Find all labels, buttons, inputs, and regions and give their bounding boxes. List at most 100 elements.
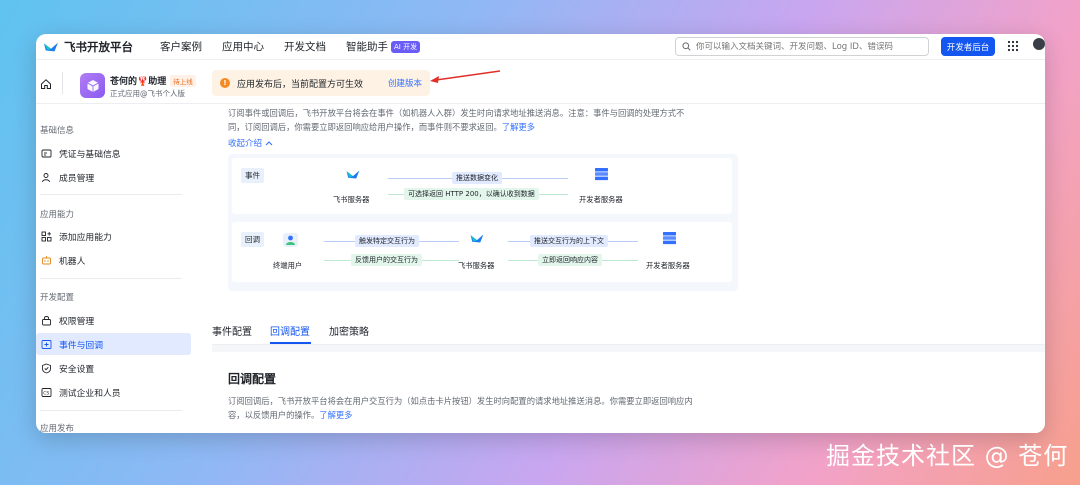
app-name[interactable]: 苍何的🦞助理 待上线 [110,74,196,87]
svg-text:CS: CS [43,390,49,396]
flow-diagram: 事件 飞书服务器 推送数据变化 可选择返回 HTTP 200，以确认收到数据 开… [228,154,738,291]
search-input[interactable] [696,41,916,52]
brand-name: 飞书开放平台 [64,39,133,54]
home-icon[interactable] [40,78,52,90]
add-grid-icon [41,231,52,242]
event-return-label: 可选择返回 HTTP 200，以确认收到数据 [404,188,539,200]
publish-notice: ! 应用发布后，当前配置方可生效 创建版本 [212,70,430,96]
sidebar-item-label: 事件与回调 [59,340,103,351]
cube-icon [86,79,99,92]
config-tabs: 事件配置 回调配置 加密策略 [212,309,1045,345]
sidebar-item-label: 权限管理 [59,316,95,327]
callback-desc-line-1: 订阅回调后，飞书开放平台将会在用户交互行为（如点击卡片按钮）发生时向配置的请求地… [228,396,693,406]
callback-row: 回调 终端用户 触发特定交互行为 反馈用户的交互行为 飞书服务器 推送交互行为的… [232,222,732,282]
watermark: 掘金技术社区 @ 苍何 [826,442,1069,470]
sidebar-section-basic: 基础信息 [40,126,75,136]
end-user-icon [283,233,298,247]
event-tag: 事件 [241,168,264,183]
developer-console-button[interactable]: 开发者后台 [941,37,995,56]
nav-dev-docs[interactable]: 开发文档 [284,39,326,54]
event-row: 事件 飞书服务器 推送数据变化 可选择返回 HTTP 200，以确认收到数据 开… [232,158,732,214]
end-user-label: 终端用户 [273,261,303,270]
sidebar-item-bot[interactable]: 机器人 [36,249,191,271]
callback-config-card: 回调配置 订阅回调后，飞书开放平台将会在用户交互行为（如点击卡片按钮）发生时向配… [212,352,1045,433]
sidebar-item-members[interactable]: 成员管理 [36,166,191,188]
feishu-server-label: 飞书服务器 [458,261,495,270]
sidebar-section-devconfig: 开发配置 [40,293,75,303]
app-subtitle: 正式应用@飞书个人版 [110,89,185,98]
sidebar-item-test-enterprise[interactable]: CS 测试企业和人员 [36,381,191,403]
feishu-server-label: 飞书服务器 [333,195,370,204]
sidebar-section-capabilities: 应用能力 [40,210,75,220]
sidebar-item-label: 成员管理 [59,173,95,184]
user-icon [41,172,52,183]
notice-text: 应用发布后，当前配置方可生效 [237,79,364,90]
sidebar: 基础信息 凭证与基础信息 成员管理 应用能力 添加应用能力 机器人 开发配置 权… [36,104,194,433]
shield-icon [41,363,52,374]
callback-tag: 回调 [241,232,264,247]
create-version-link[interactable]: 创建版本 [388,77,422,89]
sidebar-divider [40,410,182,411]
warning-icon: ! [220,78,230,88]
sidebar-item-add-capability[interactable]: 添加应用能力 [36,225,191,247]
sidebar-item-security[interactable]: 安全设置 [36,357,191,379]
sidebar-item-credentials[interactable]: 凭证与基础信息 [36,142,191,164]
sidebar-item-label: 安全设置 [59,364,95,375]
intro-description: 订阅事件或回调后，飞书开放平台将会在事件（如机器人入群）发生时向请求地址推送消息… [228,106,728,134]
nav-ai-assistant-label: 智能助手 [346,41,388,53]
chevron-up-icon [265,141,273,146]
learn-more-link[interactable]: 了解更多 [502,122,535,132]
sidebar-item-events-callbacks[interactable]: 事件与回调 [36,333,191,355]
app-name-label: 苍何的🦞助理 [110,77,167,87]
intro-card: 订阅事件或回调后，飞书开放平台将会在事件（如机器人入群）发生时向请求地址推送消息… [212,104,1045,309]
feishu-server-icon [470,234,484,243]
active-tab-indicator [270,342,311,344]
status-badge: 待上线 [170,74,196,87]
id-card-icon [41,148,52,159]
sidebar-item-label: 测试企业和人员 [59,388,121,399]
nav-app-center[interactable]: 应用中心 [222,39,264,54]
nav-ai-assistant[interactable]: 智能助手 AI 开发 [346,39,421,54]
feishu-logo-icon [44,42,58,51]
apps-grid-icon[interactable] [1007,40,1019,52]
app-header: 苍何的🦞助理 待上线 正式应用@飞书个人版 ! 应用发布后，当前配置方可生效 创… [36,60,1045,104]
cb-push-ctx-label: 推送交互行为的上下文 [530,235,608,247]
tab-callback-config[interactable]: 回调配置 [270,323,310,338]
callback-config-desc: 订阅回调后，飞书开放平台将会在用户交互行为（如点击卡片按钮）发生时向配置的请求地… [228,394,768,422]
dev-server-icon [663,232,676,245]
sidebar-item-permissions[interactable]: 权限管理 [36,309,191,331]
ai-badge: AI 开发 [391,41,421,53]
cb-return-label: 立即返回响应内容 [538,254,602,266]
sidebar-divider [40,278,182,279]
dev-server-icon [595,168,608,181]
dev-server-label: 开发者服务器 [646,261,690,270]
sidebar-divider [40,194,182,195]
callback-config-title: 回调配置 [228,372,277,386]
lock-icon [41,315,52,326]
main-content: 订阅事件或回调后，飞书开放平台将会在事件（如机器人入群）发生时向请求地址推送消息… [212,104,1045,433]
test-icon: CS [41,387,52,398]
sidebar-item-label: 凭证与基础信息 [59,149,121,160]
top-navbar: 飞书开放平台 客户案例 应用中心 开发文档 智能助手AI 开发 开发者后台 [36,34,1045,60]
callback-desc-line-2: 容，以反馈用户的操作。 [228,410,320,420]
tab-event-config[interactable]: 事件配置 [212,323,252,338]
search-box[interactable] [675,37,929,56]
brand[interactable]: 飞书开放平台 [42,39,133,55]
feishu-server-icon [346,170,360,179]
cb-trigger-label: 触发特定交互行为 [355,235,419,247]
event-push-label: 推送数据变化 [452,172,502,184]
tab-encryption[interactable]: 加密策略 [329,323,369,338]
intro-line-2: 同，订阅回调后，你需要立即返回响应给用户操作，而事件则不要求返回。 [228,122,502,132]
collapse-intro-button[interactable]: 收起介绍 [228,137,273,149]
app-icon [80,73,105,98]
nav-customer-cases[interactable]: 客户案例 [160,39,202,54]
collapse-label: 收起介绍 [228,139,263,149]
callback-learn-more-link[interactable]: 了解更多 [319,410,352,420]
divider [62,72,63,94]
red-arrow-icon [430,70,501,83]
intro-line-1: 订阅事件或回调后，飞书开放平台将会在事件（如机器人入群）发生时向请求地址推送消息… [228,108,685,118]
user-avatar[interactable] [1031,36,1045,52]
dev-server-label: 开发者服务器 [579,195,623,204]
browser-window: 飞书开放平台 客户案例 应用中心 开发文档 智能助手AI 开发 开发者后台 [36,34,1045,433]
sidebar-item-label: 机器人 [59,256,86,267]
